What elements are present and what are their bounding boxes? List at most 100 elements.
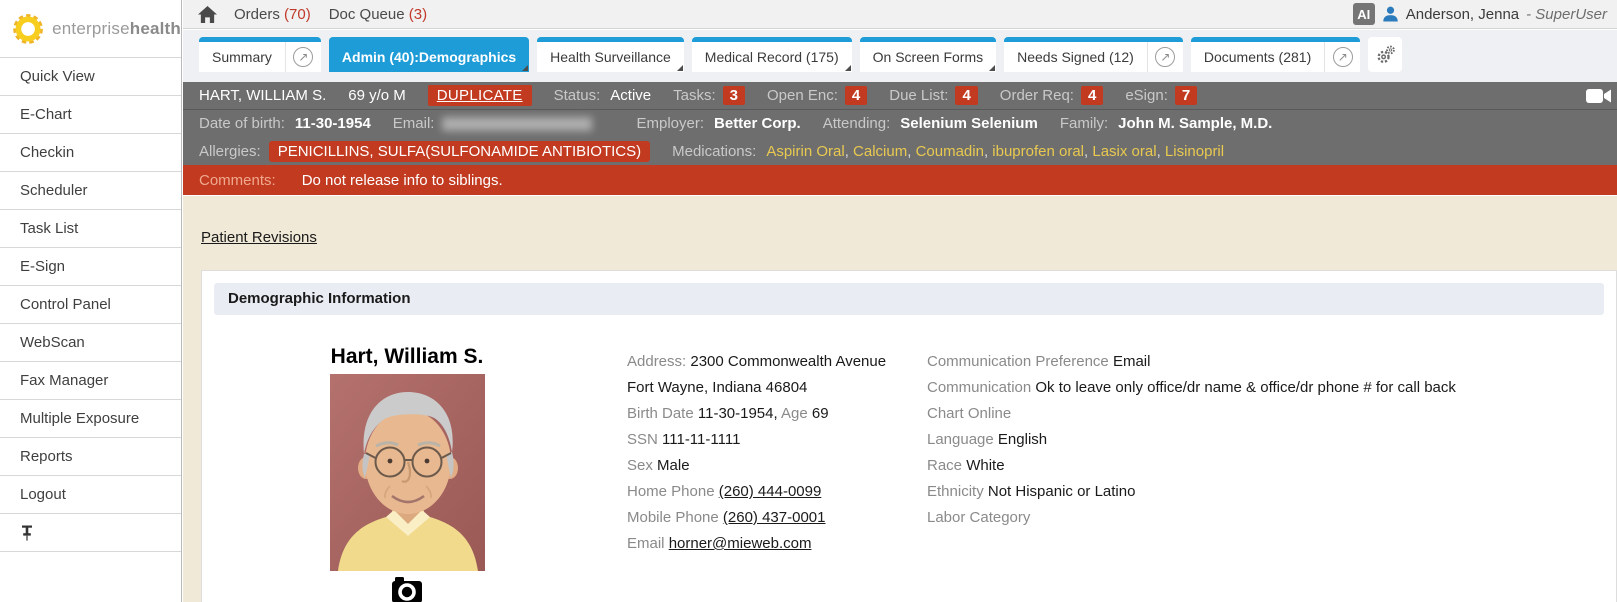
patient-display-name: Hart, William S. [212,345,602,369]
medication-link[interactable]: Lasix oral [1092,143,1165,160]
tab-health-surveillance-label: Health Surveillance [537,42,684,72]
due-list-label: Due List: [889,87,948,104]
sidebar-item-fax-manager[interactable]: Fax Manager [0,362,181,400]
nav-doc-queue[interactable]: Doc Queue (3) [329,6,427,23]
tab-summary-popout[interactable]: ↗ [285,42,321,72]
medication-link[interactable]: Aspirin Oral [766,143,853,160]
tab-summary-label: Summary [199,42,285,72]
sidebar-item-control-panel[interactable]: Control Panel [0,286,181,324]
due-list-count-badge[interactable]: 4 [955,86,977,105]
dob-value: 11-30-1954 [295,115,371,132]
user-role: - SuperUser [1526,6,1607,23]
tab-needs-signed-label: Needs Signed (12) [1004,42,1147,72]
status-value: Active [610,87,651,104]
nav-orders[interactable]: Orders (70) [234,6,311,23]
tab-documents-popout[interactable]: ↗ [1324,42,1360,72]
patient-banner-row-3: Allergies: PENICILLINS, SULFA(SULFONAMID… [183,137,1617,165]
demographics-fields-right: Communication Preference Email Communica… [927,349,1456,531]
video-call-button[interactable] [1586,87,1612,105]
update-photo-button[interactable] [391,576,423,602]
dob-label: Date of birth: [199,115,285,132]
home-phone-link[interactable]: (260) 444-0099 [719,483,822,500]
ssn-row: SSN 111-11-1111 [627,427,886,453]
tab-needs-signed[interactable]: Needs Signed (12) ↗ [1004,37,1183,72]
tasks-count-badge[interactable]: 3 [723,86,745,105]
tab-health-surveillance[interactable]: Health Surveillance [537,37,684,72]
esign-count-badge[interactable]: 7 [1175,86,1197,105]
app-window: enterprisehealth Quick View E-Chart Chec… [0,0,1617,602]
tab-needs-signed-popout[interactable]: ↗ [1147,42,1183,72]
open-enc-label: Open Enc: [767,87,838,104]
sidebar-pin-toggle[interactable] [0,514,181,552]
race-row: Race White [927,453,1456,479]
sidebar-item-e-chart[interactable]: E-Chart [0,96,181,134]
tab-admin-demographics[interactable]: Admin (40):Demographics [329,37,529,72]
pushpin-icon [20,525,34,541]
sidebar-item-multiple-exposure[interactable]: Multiple Exposure [0,400,181,438]
open-enc-count-badge[interactable]: 4 [845,86,867,105]
sidebar-item-logout[interactable]: Logout [0,476,181,514]
communication-row: Communication Ok to leave only office/dr… [927,375,1456,401]
allergies-value[interactable]: PENICILLINS, SULFA(SULFONAMIDE ANTIBIOTI… [269,141,650,162]
tab-medical-record[interactable]: Medical Record (175) [692,37,852,72]
sidebar-item-quick-view[interactable]: Quick View [0,58,181,96]
user-block: AI Anderson, Jenna - SuperUser [1353,3,1607,25]
medication-link[interactable]: Calcium [853,143,916,160]
popout-arrow-icon: ↗ [293,47,313,67]
employer-value: Better Corp. [714,115,801,132]
sidebar-item-scheduler[interactable]: Scheduler [0,172,181,210]
chart-tab-bar: Summary ↗ Admin (40):Demographics Health… [183,30,1617,82]
sidebar-item-task-list[interactable]: Task List [0,210,181,248]
order-req-count-badge[interactable]: 4 [1081,86,1103,105]
address-row-2: Fort Wayne, Indiana 46804 [627,375,886,401]
brand-logo: enterprisehealth [0,0,181,57]
tab-medical-record-label: Medical Record (175) [692,42,852,72]
mobile-phone-link[interactable]: (260) 437-0001 [723,509,826,526]
email-row: Email horner@mieweb.com [627,531,886,557]
medication-link[interactable]: ibuprofen oral [992,143,1092,160]
user-name[interactable]: Anderson, Jenna [1406,6,1519,23]
main-content: Patient Revisions Demographic Informatio… [183,196,1617,602]
home-icon [197,5,218,24]
medications-list: Aspirin OralCalciumCoumadinibuprofen ora… [766,143,1224,160]
section-title: Demographic Information [214,283,1604,315]
sidebar-item-reports[interactable]: Reports [0,438,181,476]
patient-photo-column: Hart, William S. [212,345,602,602]
patient-banner-row-1: HART, WILLIAM S. 69 y/o M DUPLICATE Stat… [183,82,1617,110]
tab-summary[interactable]: Summary ↗ [199,37,321,72]
patient-name-banner: HART, WILLIAM S. [199,87,326,104]
dropdown-corner-icon [989,65,995,71]
sidebar-item-checkin[interactable]: Checkin [0,134,181,172]
allergies-label: Allergies: [199,143,261,160]
ai-badge[interactable]: AI [1353,3,1375,25]
patient-revisions-link[interactable]: Patient Revisions [201,229,317,246]
employer-label: Employer: [636,115,704,132]
medication-link[interactable]: Coumadin [916,143,993,160]
esign-label: eSign: [1125,87,1168,104]
doc-queue-count: (3) [409,6,427,23]
tab-on-screen-forms-label: On Screen Forms [860,42,996,72]
tab-documents[interactable]: Documents (281) ↗ [1191,37,1360,72]
duplicate-flag[interactable]: DUPLICATE [428,85,532,106]
address-row: Address: 2300 Commonwealth Avenue [627,349,886,375]
sidebar-item-webscan[interactable]: WebScan [0,324,181,362]
patient-age-sex: 69 y/o M [348,87,406,104]
user-icon [1382,6,1399,22]
sidebar-menu: Quick View E-Chart Checkin Scheduler Tas… [0,57,181,552]
medication-link[interactable]: Lisinopril [1165,143,1224,160]
patient-email-link[interactable]: horner@mieweb.com [669,535,812,552]
dropdown-corner-icon [522,65,528,71]
home-button[interactable] [197,5,218,24]
tab-on-screen-forms[interactable]: On Screen Forms [860,37,996,72]
patient-banner-row-2: Date of birth: 11-30-1954 Email: Employe… [183,110,1617,137]
tab-settings-button[interactable] [1368,37,1402,72]
gears-icon [1376,45,1395,64]
sunflower-logo-icon [12,11,44,47]
mobile-phone-row: Mobile Phone (260) 437-0001 [627,505,886,531]
email-label: Email: [393,115,435,132]
language-row: Language English [927,427,1456,453]
tab-documents-label: Documents (281) [1191,42,1324,72]
sidebar-item-e-sign[interactable]: E-Sign [0,248,181,286]
camera-icon [391,576,423,602]
medications-label: Medications: [672,143,756,160]
